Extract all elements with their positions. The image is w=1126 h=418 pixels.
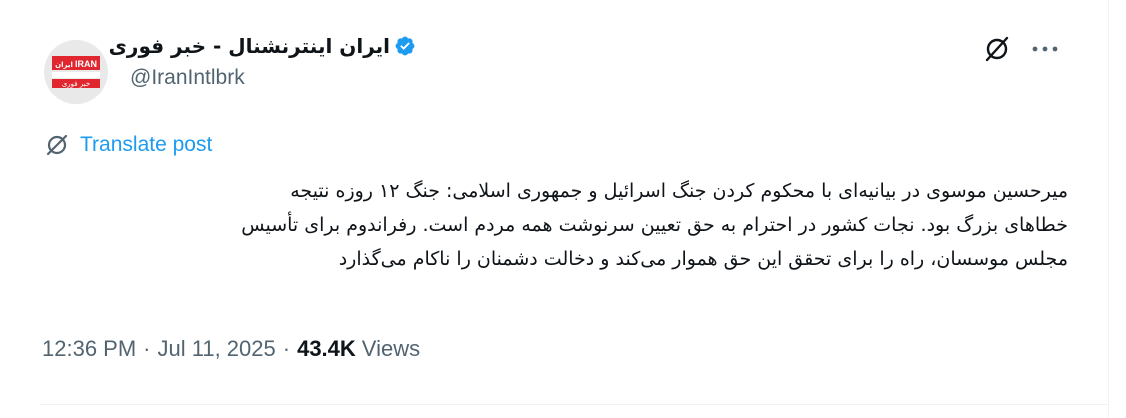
views-label[interactable]: Views xyxy=(362,336,420,362)
svg-text:ایران: ایران xyxy=(55,61,73,69)
views-count[interactable]: 43.4K xyxy=(297,336,356,362)
translate-post-label[interactable]: Translate post xyxy=(80,133,212,157)
post-time[interactable]: 12:36 PM xyxy=(42,336,136,362)
post-date[interactable]: Jul 11, 2025 xyxy=(158,336,276,362)
post-meta: 12:36 PM · Jul 11, 2025 · 43.4K Views xyxy=(42,336,420,362)
post-text-line: مجلس موسسان، راه را برای تحقق این حق همو… xyxy=(338,248,1068,270)
meta-separator: · xyxy=(282,336,291,361)
grok-button[interactable] xyxy=(982,34,1012,64)
svg-text:خبر فوری: خبر فوری xyxy=(62,80,90,88)
iran-international-logo: IRAN ایران خبر فوری xyxy=(50,54,102,90)
translate-icon xyxy=(46,134,68,156)
post-header: ایران اینترنشنال - خبر فوری @IranIntlbrk xyxy=(109,32,430,90)
divider-bottom xyxy=(40,404,1108,405)
post-text: میرحسین موسوی در بیانیه‌ای با محکوم کردن… xyxy=(40,174,1068,276)
more-icon xyxy=(1032,46,1058,52)
author-name-row[interactable]: ایران اینترنشنال - خبر فوری xyxy=(109,32,416,60)
avatar[interactable]: IRAN ایران خبر فوری xyxy=(44,40,108,104)
meta-separator: · xyxy=(143,336,151,361)
more-options-button[interactable] xyxy=(1028,34,1062,64)
translate-post-link[interactable]: Translate post xyxy=(44,130,212,160)
grok-icon xyxy=(985,36,1009,62)
author-handle[interactable]: @IranIntlbrk xyxy=(130,66,430,90)
author-display-name[interactable]: ایران اینترنشنال - خبر فوری xyxy=(109,34,390,58)
post-text-line: میرحسین موسوی در بیانیه‌ای با محکوم کردن… xyxy=(290,180,1068,202)
post-text-line: خطاهای بزرگ بود. نجات کشور در احترام به … xyxy=(241,214,1068,236)
svg-text:IRAN: IRAN xyxy=(75,59,97,69)
verified-badge-icon[interactable] xyxy=(394,35,416,57)
divider-right xyxy=(1108,0,1109,418)
